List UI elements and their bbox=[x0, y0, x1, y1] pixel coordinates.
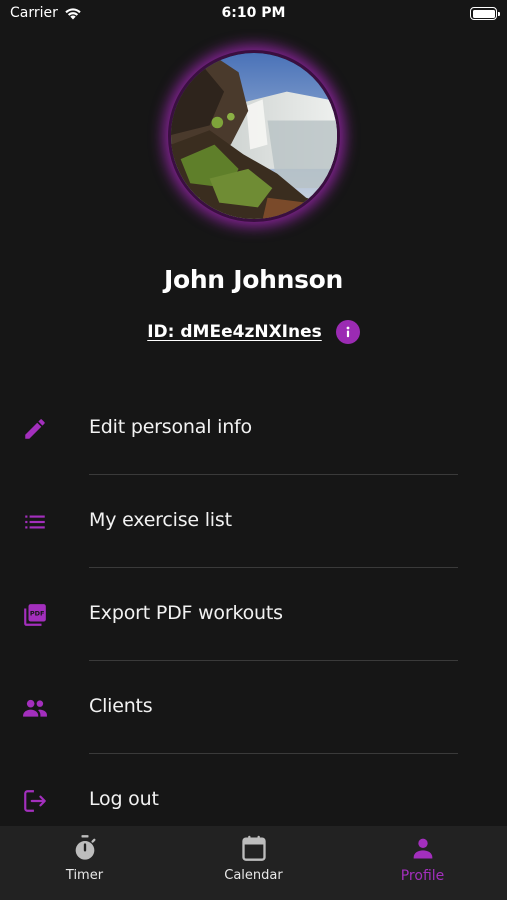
tab-label: Calendar bbox=[224, 868, 283, 883]
profile-menu: Edit personal info My exercise list PDF … bbox=[0, 382, 507, 847]
menu-item-my-exercise-list[interactable]: My exercise list bbox=[0, 475, 507, 568]
battery-icon bbox=[470, 7, 500, 20]
user-id-row: ID: dMEe4zNXInes bbox=[0, 320, 507, 344]
tab-label: Timer bbox=[65, 868, 104, 883]
pdf-icon: PDF bbox=[24, 604, 46, 626]
svg-text:PDF: PDF bbox=[30, 610, 45, 618]
menu-label: Edit personal info bbox=[89, 416, 252, 438]
user-name: John Johnson bbox=[163, 265, 344, 294]
list-icon bbox=[25, 515, 45, 529]
profile-avatar[interactable] bbox=[168, 50, 340, 222]
status-bar: Carrier 6:10 PM bbox=[0, 0, 507, 28]
user-id[interactable]: ID: dMEe4zNXInes bbox=[147, 322, 322, 342]
calendar-icon bbox=[241, 835, 266, 861]
people-icon bbox=[23, 699, 47, 717]
tab-bar: Timer Calendar Profile bbox=[0, 826, 507, 900]
waterfall-photo bbox=[171, 53, 337, 219]
menu-label: Export PDF workouts bbox=[89, 602, 283, 624]
menu-item-clients[interactable]: Clients bbox=[0, 661, 507, 754]
tab-timer[interactable]: Timer bbox=[0, 834, 169, 883]
menu-item-export-pdf-workouts[interactable]: PDF Export PDF workouts bbox=[0, 568, 507, 661]
person-icon bbox=[413, 838, 432, 859]
tab-profile[interactable]: Profile bbox=[338, 834, 507, 884]
tab-label: Profile bbox=[400, 868, 445, 884]
status-time: 6:10 PM bbox=[221, 5, 286, 21]
logout-icon bbox=[24, 790, 46, 812]
menu-label: Clients bbox=[89, 695, 153, 717]
menu-item-edit-personal-info[interactable]: Edit personal info bbox=[0, 382, 507, 475]
stopwatch-icon bbox=[75, 835, 96, 860]
menu-label: My exercise list bbox=[89, 509, 232, 531]
menu-label: Log out bbox=[89, 788, 159, 810]
pencil-icon bbox=[25, 419, 45, 439]
info-icon[interactable] bbox=[335, 320, 360, 344]
tab-calendar[interactable]: Calendar bbox=[169, 834, 338, 883]
